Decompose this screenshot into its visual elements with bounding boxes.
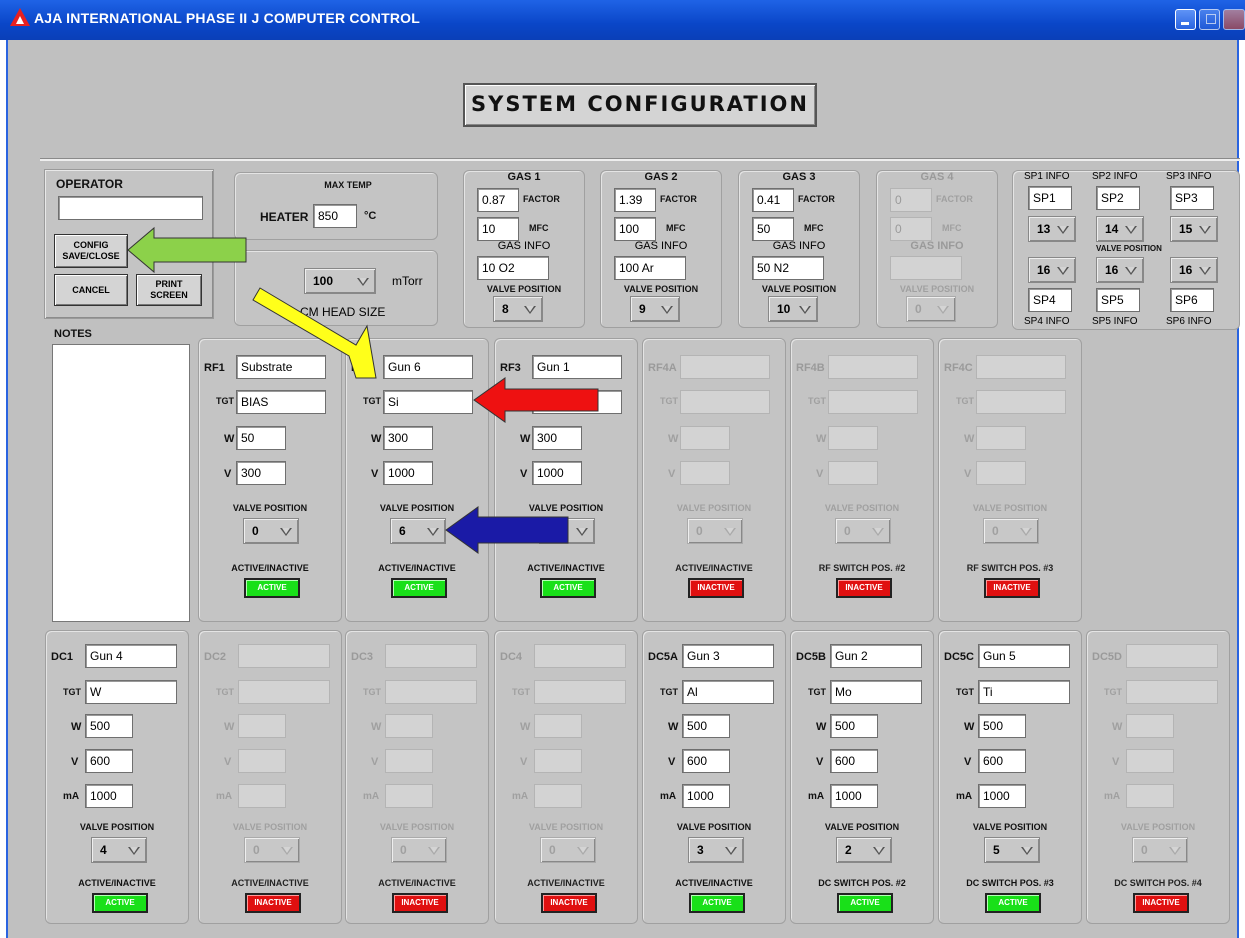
green-arrow-icon <box>127 226 247 274</box>
blue-arrow-icon <box>445 506 569 554</box>
yellow-arrow-icon <box>252 287 377 379</box>
red-arrow-icon <box>473 377 599 423</box>
annotation-arrows <box>127 226 599 554</box>
